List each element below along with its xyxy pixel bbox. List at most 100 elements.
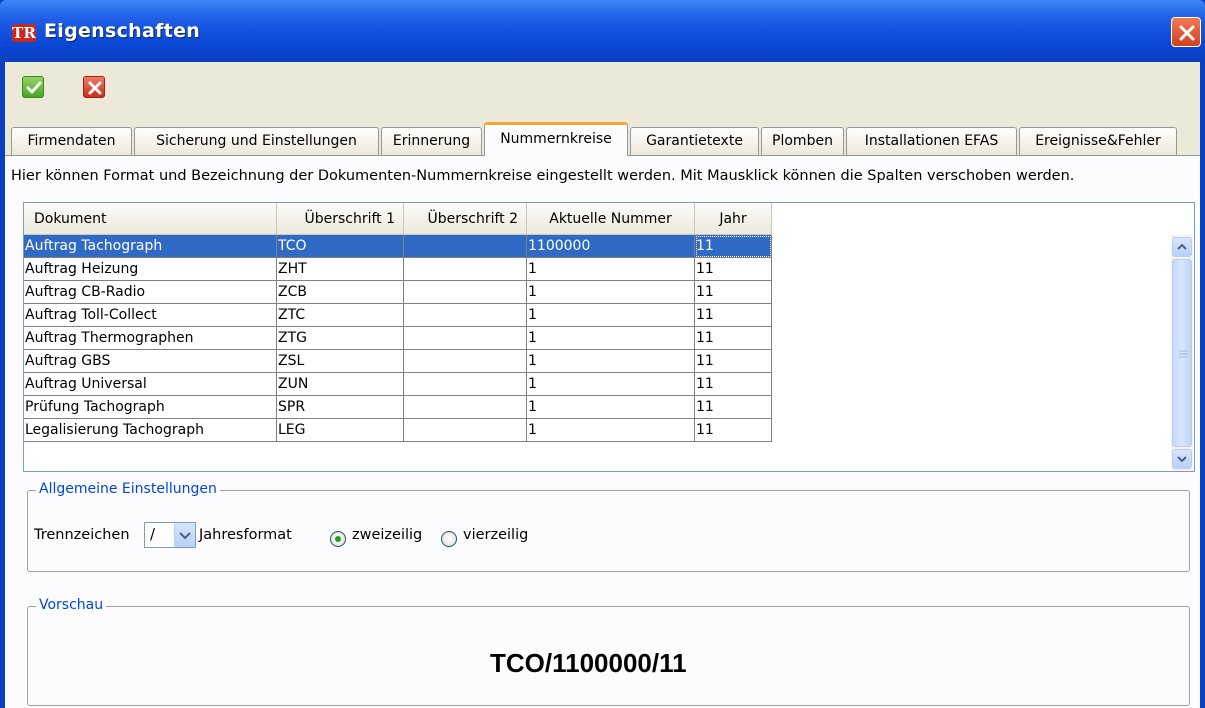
- toolbar: [5, 62, 1200, 122]
- general-settings-title: Allgemeine Einstellungen: [36, 481, 220, 497]
- tab-ereignisse-fehler[interactable]: Ereignisse&Fehler: [1019, 127, 1177, 155]
- cell-aktuelle-nummer[interactable]: 1: [527, 396, 695, 419]
- column-header-ueberschrift-2[interactable]: Überschrift 2: [404, 203, 527, 235]
- ok-button[interactable]: [22, 76, 44, 98]
- tab-sicherung-und-einstellungen[interactable]: Sicherung und Einstellungen: [134, 127, 379, 155]
- cell-ueberschrift-1[interactable]: ZTG: [277, 327, 404, 350]
- tab-firmendaten[interactable]: Firmendaten: [11, 127, 132, 155]
- cell-ueberschrift-2[interactable]: [404, 350, 527, 373]
- cell-jahr[interactable]: 11: [695, 281, 772, 304]
- scroll-down-button[interactable]: [1172, 449, 1192, 469]
- cell-dokument[interactable]: Auftrag Toll-Collect: [24, 304, 277, 327]
- tab-nummernkreise[interactable]: Nummernkreise: [484, 122, 628, 156]
- table-row[interactable]: Auftrag Tachograph TCO 1100000 11: [24, 235, 772, 258]
- cell-jahr[interactable]: 11: [695, 373, 772, 396]
- scroll-up-button[interactable]: [1172, 237, 1192, 257]
- cell-ueberschrift-2[interactable]: [404, 327, 527, 350]
- radio-zweizeilig[interactable]: [330, 531, 346, 547]
- cell-aktuelle-nummer[interactable]: 1: [527, 281, 695, 304]
- chevron-down-icon: [1177, 456, 1187, 463]
- preview-value: TCO/1100000/11: [490, 648, 687, 678]
- cell-ueberschrift-2[interactable]: [404, 304, 527, 327]
- cell-ueberschrift-1[interactable]: TCO: [277, 235, 404, 258]
- cell-jahr[interactable]: 11: [695, 396, 772, 419]
- tab-garantietexte[interactable]: Garantietexte: [630, 127, 759, 155]
- cell-dokument[interactable]: Auftrag GBS: [24, 350, 277, 373]
- year-format-label: Jahresformat: [199, 527, 292, 543]
- table-row[interactable]: Prüfung Tachograph SPR 1 11: [24, 396, 772, 419]
- table-row[interactable]: Auftrag CB-Radio ZCB 1 11: [24, 281, 772, 304]
- table-row[interactable]: Auftrag Universal ZUN 1 11: [24, 373, 772, 396]
- check-icon: [26, 81, 42, 94]
- cell-dokument[interactable]: Auftrag Tachograph: [24, 235, 277, 258]
- preview-title: Vorschau: [36, 597, 107, 613]
- tab-erinnerung[interactable]: Erinnerung: [381, 127, 482, 155]
- table-row[interactable]: Auftrag Thermographen ZTG 1 11: [24, 327, 772, 350]
- cell-jahr[interactable]: 11: [695, 304, 772, 327]
- x-icon: [88, 81, 102, 95]
- cell-ueberschrift-1[interactable]: ZUN: [277, 373, 404, 396]
- cell-dokument[interactable]: Prüfung Tachograph: [24, 396, 277, 419]
- cell-ueberschrift-2[interactable]: [404, 258, 527, 281]
- separator-value: /: [150, 525, 156, 543]
- tab-installationen-efas[interactable]: Installationen EFAS: [846, 127, 1017, 155]
- cell-ueberschrift-2[interactable]: [404, 373, 527, 396]
- close-button[interactable]: [1171, 17, 1201, 47]
- cell-aktuelle-nummer[interactable]: 1100000: [527, 235, 695, 258]
- column-header-aktuelle-nummer[interactable]: Aktuelle Nummer: [527, 203, 695, 235]
- cell-jahr[interactable]: 11: [695, 258, 772, 281]
- number-ranges-table: Dokument Überschrift 1 Überschrift 2 Akt…: [23, 202, 1195, 472]
- cell-ueberschrift-1[interactable]: ZCB: [277, 281, 404, 304]
- hint-text: Hier können Format und Bezeichnung der D…: [11, 168, 1075, 184]
- cell-aktuelle-nummer[interactable]: 1: [527, 258, 695, 281]
- cell-dokument[interactable]: Auftrag Heizung: [24, 258, 277, 281]
- cell-aktuelle-nummer[interactable]: 1: [527, 373, 695, 396]
- cancel-button[interactable]: [83, 76, 105, 98]
- radio-vierzeilig[interactable]: [441, 531, 457, 547]
- cell-dokument[interactable]: Legalisierung Tachograph: [24, 419, 277, 442]
- cell-dokument[interactable]: Auftrag Thermographen: [24, 327, 277, 350]
- cell-ueberschrift-1[interactable]: SPR: [277, 396, 404, 419]
- cell-jahr[interactable]: 11: [695, 350, 772, 373]
- separator-label: Trennzeichen: [34, 527, 130, 543]
- separator-combobox[interactable]: /: [144, 522, 196, 548]
- table-row[interactable]: Legalisierung Tachograph LEG 1 11: [24, 419, 772, 442]
- cell-aktuelle-nummer[interactable]: 1: [527, 304, 695, 327]
- cell-ueberschrift-2[interactable]: [404, 281, 527, 304]
- cell-aktuelle-nummer[interactable]: 1: [527, 327, 695, 350]
- window-title: Eigenschaften: [44, 20, 201, 42]
- column-header-jahr[interactable]: Jahr: [695, 203, 772, 235]
- cell-ueberschrift-1[interactable]: LEG: [277, 419, 404, 442]
- radio-zweizeilig-label[interactable]: zweizeilig: [352, 527, 422, 543]
- column-header-dokument[interactable]: Dokument: [24, 203, 277, 235]
- header-filler: [772, 203, 1174, 235]
- cell-dokument[interactable]: Auftrag CB-Radio: [24, 281, 277, 304]
- cell-ueberschrift-1[interactable]: ZHT: [277, 258, 404, 281]
- grip-icon: [1179, 350, 1187, 358]
- cell-ueberschrift-1[interactable]: ZTC: [277, 304, 404, 327]
- app-logo-icon: TR: [12, 24, 36, 42]
- title-bar[interactable]: TR Eigenschaften: [0, 0, 1205, 62]
- tab-plomben[interactable]: Plomben: [761, 127, 844, 155]
- cell-jahr[interactable]: 11: [695, 419, 772, 442]
- close-icon: [1179, 25, 1195, 41]
- cell-jahr[interactable]: 11: [695, 235, 772, 258]
- chevron-down-icon: [179, 532, 191, 540]
- cell-aktuelle-nummer[interactable]: 1: [527, 350, 695, 373]
- cell-ueberschrift-2[interactable]: [404, 396, 527, 419]
- cell-dokument[interactable]: Auftrag Universal: [24, 373, 277, 396]
- cell-aktuelle-nummer[interactable]: 1: [527, 419, 695, 442]
- radio-vierzeilig-label[interactable]: vierzeilig: [463, 527, 528, 543]
- cell-ueberschrift-1[interactable]: ZSL: [277, 350, 404, 373]
- table-row[interactable]: Auftrag GBS ZSL 1 11: [24, 350, 772, 373]
- scroll-thumb[interactable]: [1172, 259, 1192, 447]
- table-header: Dokument Überschrift 1 Überschrift 2 Akt…: [24, 203, 1174, 235]
- table-row[interactable]: Auftrag Toll-Collect ZTC 1 11: [24, 304, 772, 327]
- separator-dropdown-button[interactable]: [174, 523, 195, 547]
- column-header-ueberschrift-1[interactable]: Überschrift 1: [277, 203, 404, 235]
- cell-ueberschrift-2[interactable]: [404, 235, 527, 258]
- cell-ueberschrift-2[interactable]: [404, 419, 527, 442]
- table-row[interactable]: Auftrag Heizung ZHT 1 11: [24, 258, 772, 281]
- table-scrollbar[interactable]: [1171, 235, 1193, 471]
- cell-jahr[interactable]: 11: [695, 327, 772, 350]
